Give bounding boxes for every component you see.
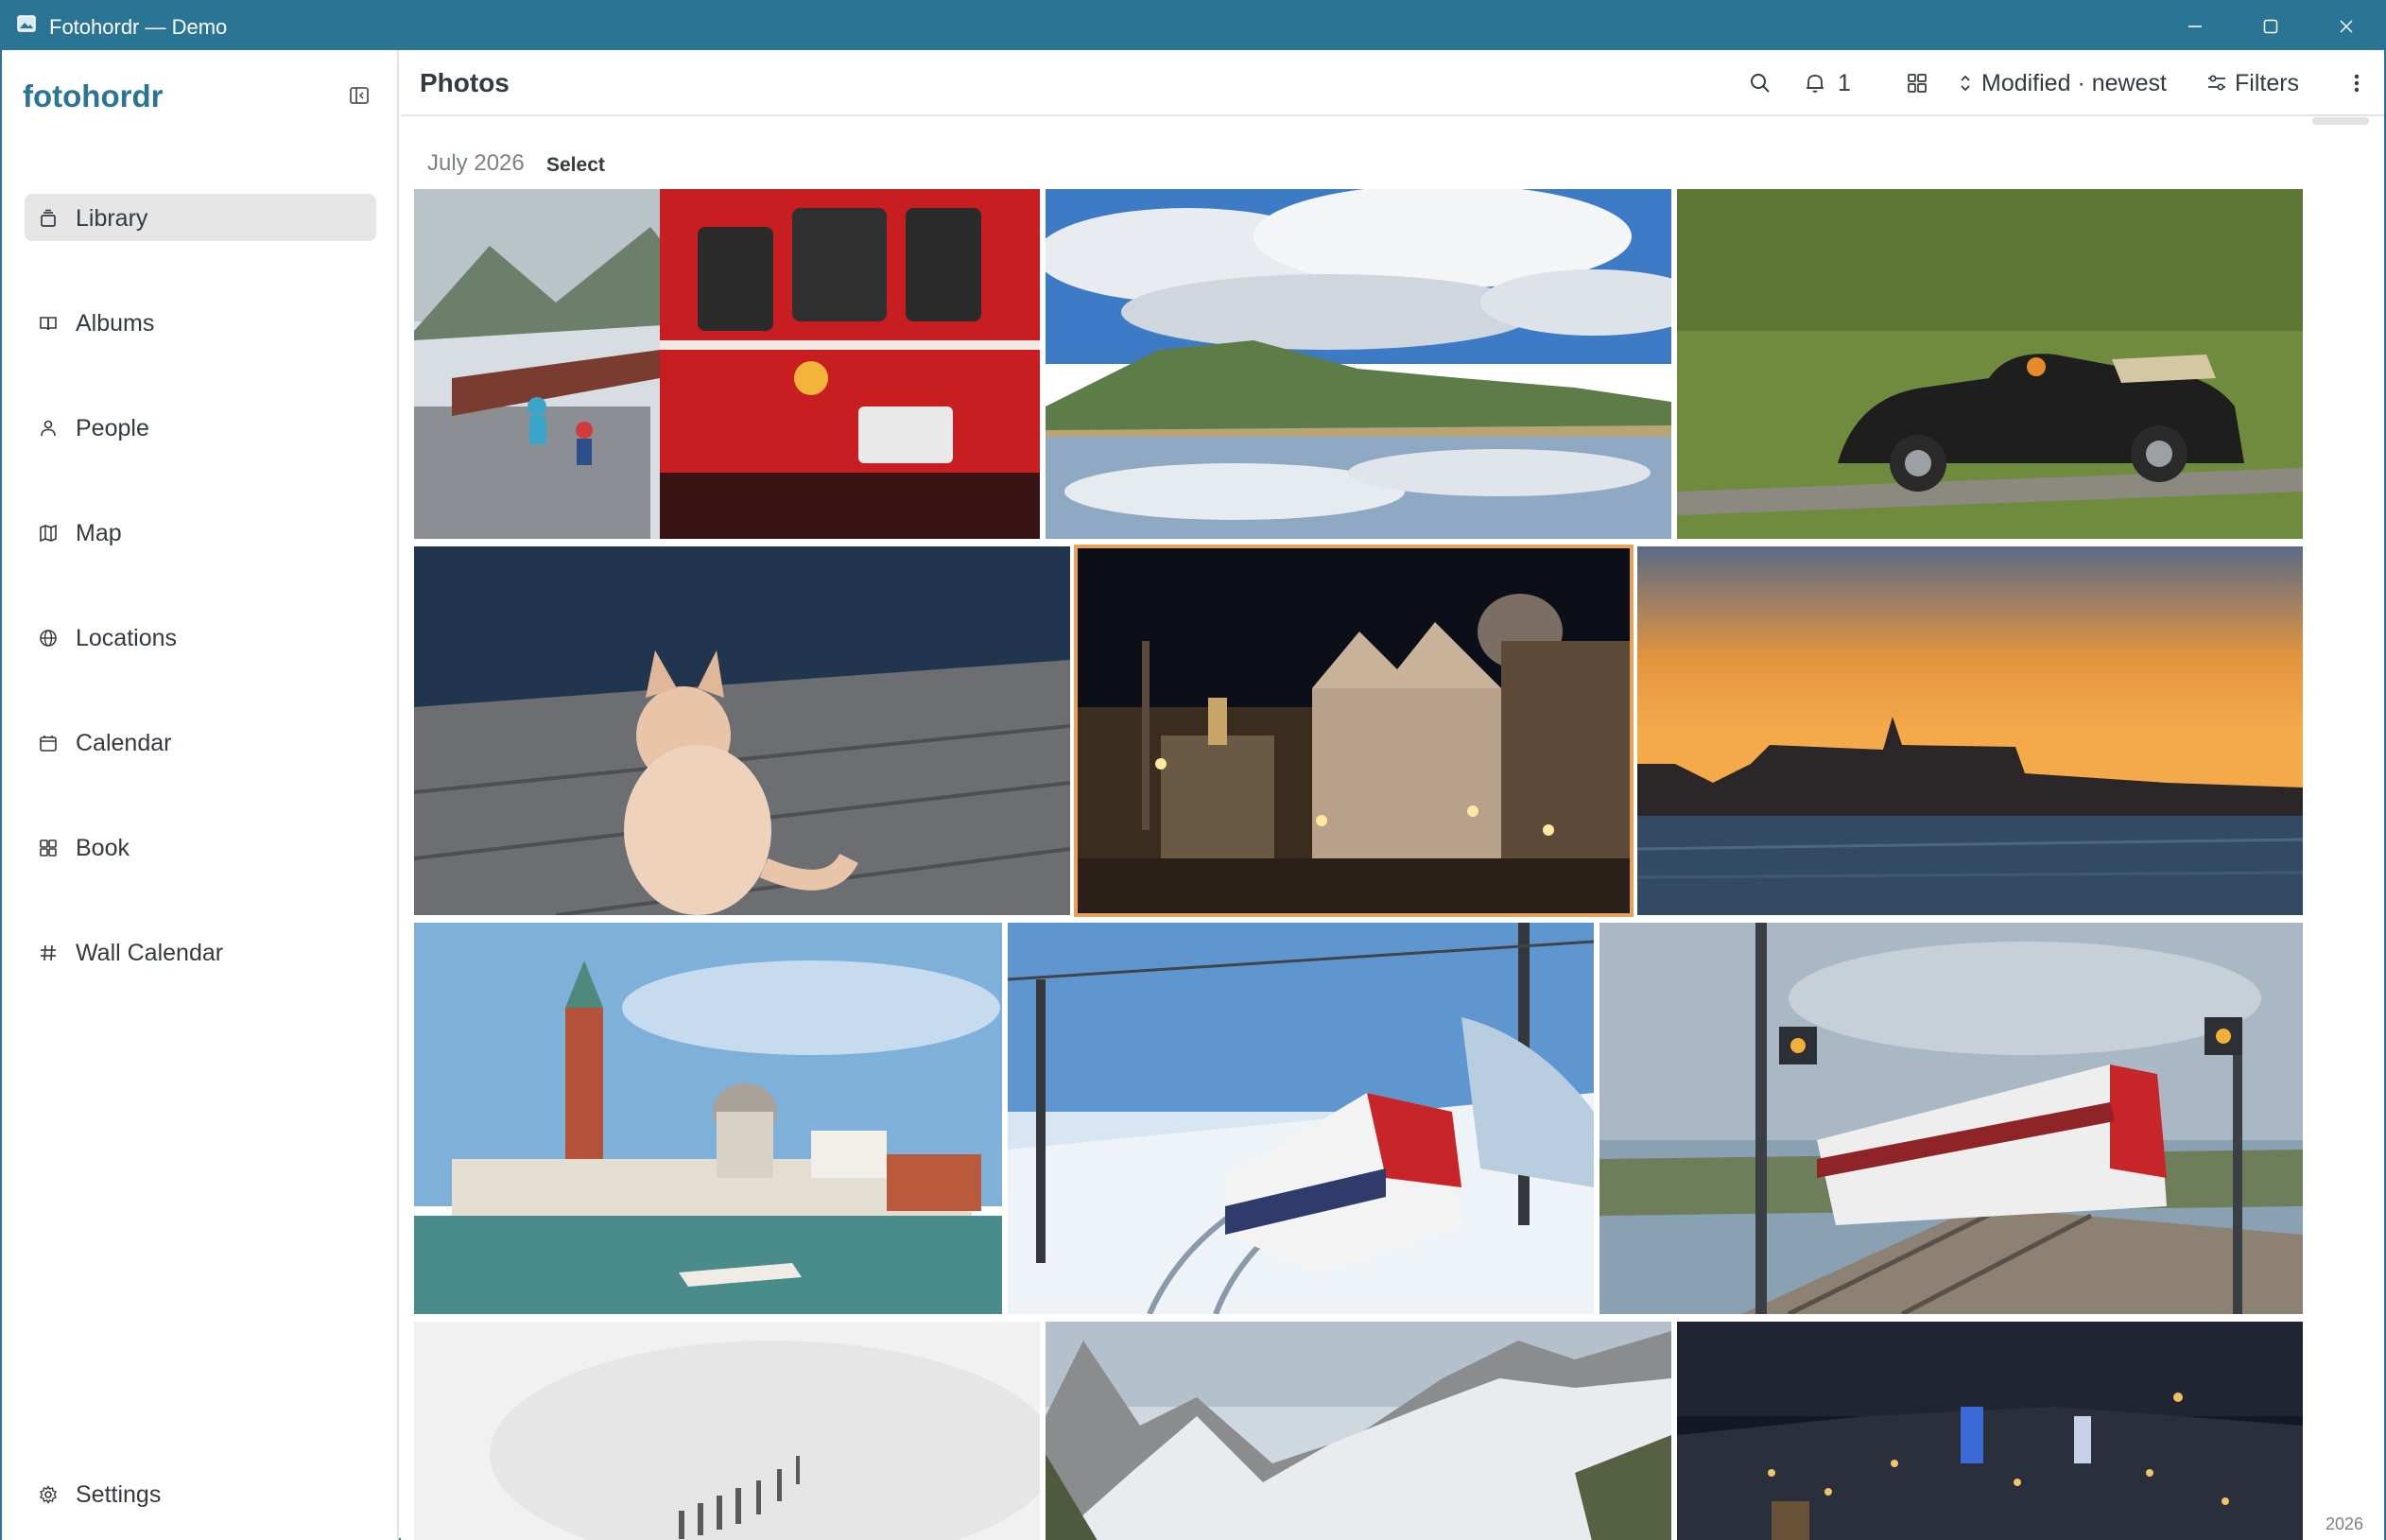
- photo-thumbnail-double-decker-train[interactable]: [1599, 923, 2303, 1314]
- photo-image: [1008, 923, 1594, 1314]
- library-icon: [38, 208, 59, 229]
- photo-thumbnail-snow-train[interactable]: [1008, 923, 1594, 1314]
- photo-image: [1677, 1322, 2303, 1540]
- sidebar-item-label: Settings: [76, 1481, 162, 1508]
- header-bar: Photos 1 Modified · newest Filters: [401, 50, 2384, 116]
- photo-thumbnail-mountain-lake[interactable]: [1046, 189, 1671, 539]
- photo-thumbnail-city-night[interactable]: [1677, 1322, 2303, 1540]
- photo-image: [414, 923, 1002, 1314]
- sidebar-collapse-icon: [350, 87, 369, 104]
- hash-icon: [38, 943, 59, 963]
- photo-image: [1076, 546, 1632, 915]
- globe-icon: [38, 628, 59, 649]
- bell-icon: [1807, 75, 1824, 93]
- photo-image: [1677, 189, 2303, 539]
- page-title: Photos: [420, 68, 510, 97]
- sidebar-item-locations[interactable]: Locations: [25, 614, 376, 661]
- title-bar: Fotohordr — Demo: [2, 2, 2384, 50]
- photo-thumbnail-train-platform[interactable]: [414, 189, 1040, 539]
- sort-label: Modified · newest: [1981, 69, 2167, 96]
- photo-thumbnail-vintage-car[interactable]: [1677, 189, 2303, 539]
- sidebar-item-label: People: [76, 415, 149, 441]
- minimize-icon: [2188, 25, 2202, 27]
- sidebar: fotohordr Library Albums People Map Loca…: [2, 50, 399, 1540]
- photo-thumbnail-venice-campanile[interactable]: [414, 923, 1002, 1314]
- sidebar-item-label: Locations: [76, 625, 178, 651]
- sidebar-item-label: Book: [76, 835, 130, 861]
- sidebar-item-label: Library: [76, 205, 148, 232]
- photo-image: [414, 189, 1040, 539]
- photo-grid-area: July 2026 Select 2026: [401, 117, 2384, 1540]
- maximize-icon: [2263, 19, 2278, 33]
- more-options-button[interactable]: [2343, 50, 2371, 116]
- photo-thumbnail-venice-sunset[interactable]: [1637, 546, 2303, 915]
- brand-logo: fotohordr: [23, 78, 164, 113]
- sidebar-item-label: Albums: [76, 310, 155, 337]
- filters-button[interactable]: Filters: [2206, 50, 2329, 116]
- photo-image: [1046, 1322, 1671, 1540]
- sort-chevrons-icon: [1961, 75, 1970, 92]
- sort-button[interactable]: Modified · newest: [1957, 50, 2193, 116]
- sidebar-item-wall-calendar[interactable]: Wall Calendar: [25, 928, 376, 976]
- photo-image: [1599, 923, 2303, 1314]
- sidebar-item-albums[interactable]: Albums: [25, 299, 376, 346]
- sidebar-item-label: Map: [76, 520, 122, 546]
- app-photo-icon: [17, 15, 36, 32]
- person-icon: [38, 418, 59, 439]
- photo-thumbnail-cat[interactable]: [414, 546, 1070, 915]
- notifications-button[interactable]: 1: [1804, 50, 1876, 116]
- sidebar-item-label: Calendar: [76, 730, 172, 756]
- search-button[interactable]: [1741, 50, 1779, 116]
- select-group-button[interactable]: Select: [546, 154, 605, 177]
- timeline-year-marker: 2026: [2325, 1514, 2364, 1533]
- sidebar-item-book[interactable]: Book: [25, 823, 376, 871]
- photo-thumbnail-venice-night[interactable]: [1074, 545, 1634, 917]
- gear-icon: [38, 1484, 59, 1505]
- photo-image: [414, 1322, 1040, 1540]
- notification-count: 1: [1838, 69, 1851, 96]
- map-icon: [38, 523, 59, 544]
- photo-image: [414, 546, 1070, 915]
- close-icon: [2340, 19, 2353, 33]
- minimize-button[interactable]: [2157, 2, 2233, 50]
- photo-thumbnail-snowy-fence[interactable]: [414, 1322, 1040, 1540]
- grid-icon: [1908, 74, 1927, 93]
- filters-label: Filters: [2235, 69, 2300, 96]
- scrollbar-thumb[interactable]: [2312, 117, 2369, 125]
- maximize-button[interactable]: [2233, 2, 2308, 50]
- photo-image: [1637, 546, 2303, 915]
- layout-grid-icon: [38, 838, 59, 858]
- sidebar-item-settings[interactable]: Settings: [25, 1470, 376, 1517]
- photo-thumbnail-snowy-mountains[interactable]: [1046, 1322, 1671, 1540]
- sidebar-item-people[interactable]: People: [25, 404, 376, 451]
- calendar-icon: [38, 733, 59, 753]
- filter-sliders-icon: [2208, 75, 2225, 91]
- search-icon: [1751, 74, 1770, 93]
- more-vertical-icon: [2354, 74, 2360, 93]
- photo-image: [1046, 189, 1671, 539]
- book-open-icon: [38, 313, 59, 334]
- sidebar-item-library[interactable]: Library: [25, 194, 376, 241]
- group-date-heading: July 2026: [427, 150, 525, 176]
- close-button[interactable]: [2308, 2, 2384, 50]
- sidebar-item-label: Wall Calendar: [76, 940, 224, 966]
- grid-size-button[interactable]: [1898, 50, 1936, 116]
- app-window: Fotohordr — Demo fotohordr Library Album…: [0, 0, 2386, 1540]
- window-title: Fotohordr — Demo: [49, 15, 228, 39]
- sidebar-item-calendar[interactable]: Calendar: [25, 718, 376, 766]
- sidebar-item-map[interactable]: Map: [25, 509, 376, 556]
- collapse-sidebar-button[interactable]: [346, 82, 372, 109]
